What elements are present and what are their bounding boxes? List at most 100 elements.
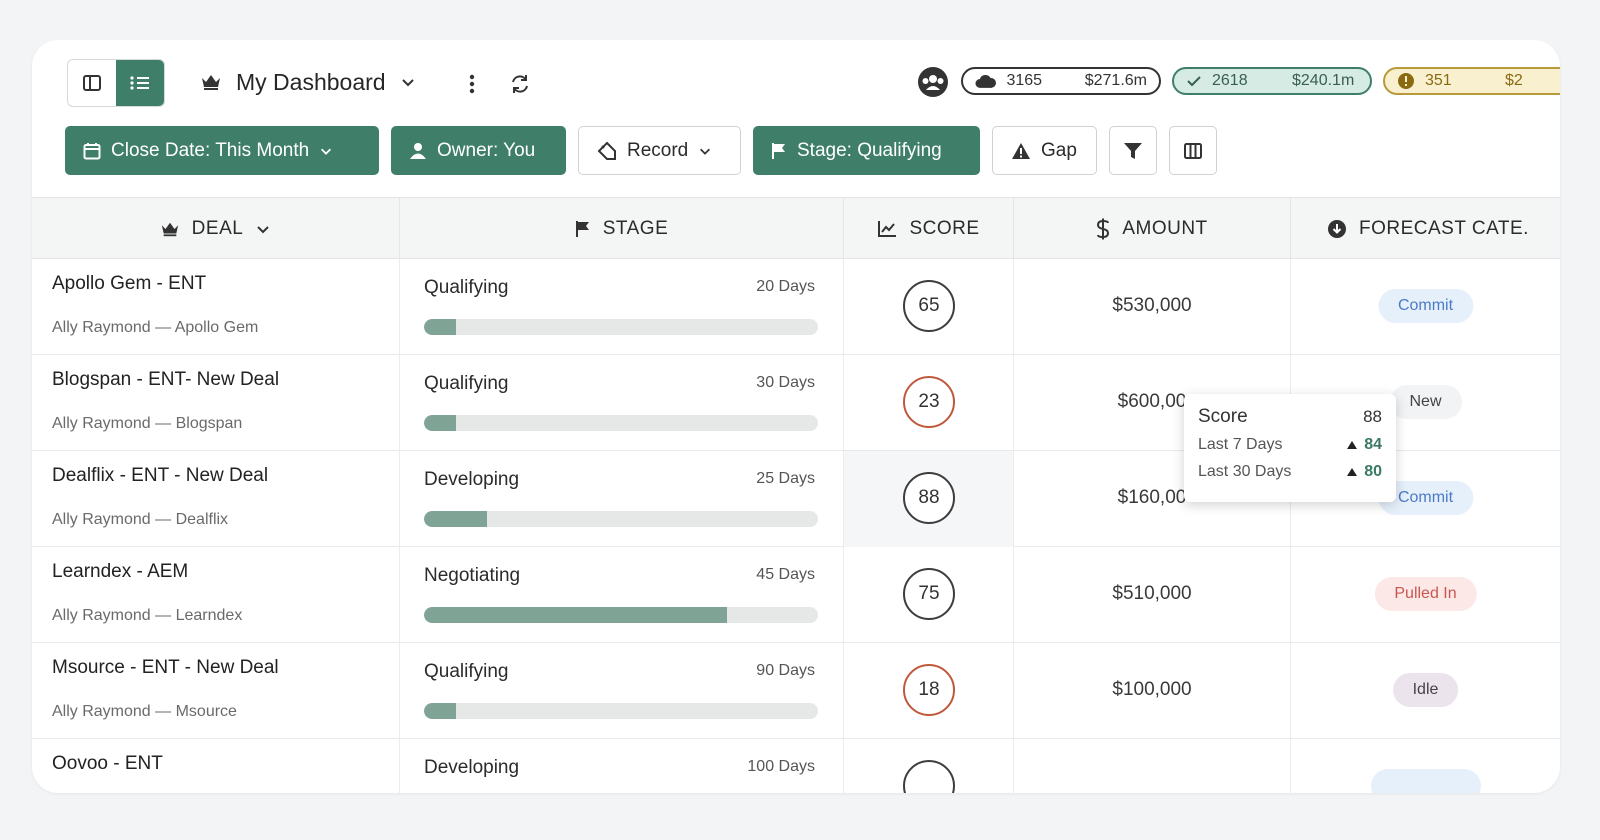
forecast-badge[interactable]: Commit: [1377, 289, 1474, 323]
list-view-button[interactable]: [116, 60, 164, 106]
summary-pill-warning[interactable]: 351 $2: [1383, 67, 1560, 95]
column-header-score[interactable]: SCORE: [844, 198, 1014, 260]
deal-cell[interactable]: Dealflix - ENT - New Deal Ally Raymond —…: [32, 451, 400, 547]
stage-filter[interactable]: Stage: Qualifying: [753, 126, 980, 175]
score-circle[interactable]: 18: [903, 664, 955, 716]
summary-pill-all[interactable]: 3165 $271.6m: [961, 67, 1161, 95]
tooltip-item-label: Last 7 Days: [1198, 436, 1283, 453]
forecast-badge[interactable]: Idle: [1392, 673, 1459, 707]
deal-cell[interactable]: Msource - ENT - New Deal Ally Raymond — …: [32, 643, 400, 739]
table-row[interactable]: Apollo Gem - ENT Ally Raymond — Apollo G…: [32, 259, 1560, 355]
forecast-cell: [1291, 739, 1560, 793]
score-cell: [844, 739, 1014, 793]
check-icon: [1187, 76, 1201, 87]
pill-amount: $240.1m: [1292, 72, 1355, 89]
forecast-badge[interactable]: New: [1389, 385, 1462, 419]
stage-days: 30 Days: [756, 374, 815, 391]
tag-icon: [597, 141, 616, 160]
score-circle[interactable]: [903, 760, 955, 793]
stage-cell: Qualifying 30 Days: [400, 355, 844, 451]
forecast-badge[interactable]: Pulled In: [1374, 577, 1477, 611]
column-header-stage[interactable]: STAGE: [400, 198, 844, 260]
stage-days: 20 Days: [756, 278, 815, 295]
stage-cell: Qualifying 20 Days: [400, 259, 844, 355]
deal-cell[interactable]: Oovoo - ENT: [32, 739, 400, 793]
score-circle[interactable]: 65: [903, 280, 955, 332]
score-circle[interactable]: 23: [903, 376, 955, 428]
filter-button[interactable]: [1109, 126, 1157, 175]
stage-cell: Developing 25 Days: [400, 451, 844, 547]
stage-name: Qualifying: [424, 373, 509, 394]
score-tooltip: Score 88 Last 7 Days 84 Last 30 Days 80: [1184, 394, 1396, 502]
chevron-down-icon: [257, 226, 270, 234]
owner-filter[interactable]: Owner: You: [391, 126, 566, 175]
amount-cell: $510,000: [1014, 547, 1291, 643]
cloud-icon: [975, 74, 996, 88]
table-row[interactable]: Msource - ENT - New Deal Ally Raymond — …: [32, 643, 1560, 739]
stage-progress-bar: [424, 703, 818, 719]
panel-icon: [83, 75, 101, 91]
summary-pill-won[interactable]: 2618 $240.1m: [1172, 67, 1372, 95]
refresh-button[interactable]: [506, 70, 534, 98]
deal-owner-account: Ally Raymond — Dealflix: [52, 511, 229, 528]
deal-name[interactable]: Blogspan - ENT- New Deal: [52, 369, 279, 391]
record-filter[interactable]: Record: [578, 126, 741, 175]
score-cell: 23: [844, 355, 1014, 451]
deal-name[interactable]: Oovoo - ENT: [52, 753, 163, 775]
stage-days: 25 Days: [756, 470, 815, 487]
gap-filter[interactable]: Gap: [992, 126, 1097, 175]
column-header-deal[interactable]: DEAL: [32, 198, 400, 260]
panel-view-button[interactable]: [68, 60, 116, 106]
forecast-badge[interactable]: [1370, 769, 1481, 793]
tooltip-item-value: 80: [1364, 463, 1382, 480]
stage-filter-label: Stage: Qualifying: [797, 139, 942, 161]
list-icon: [130, 76, 149, 90]
column-header-forecast[interactable]: FORECAST CATE.: [1291, 198, 1560, 260]
table-row[interactable]: Learndex - AEM Ally Raymond — Learndex N…: [32, 547, 1560, 643]
table-row[interactable]: Oovoo - ENT Developing 100 Days: [32, 739, 1560, 793]
deal-cell[interactable]: Learndex - AEM Ally Raymond — Learndex: [32, 547, 400, 643]
table-header: DEAL STAGE SCORE AMOUNT FORECAST CATE.: [32, 197, 1560, 260]
flag-icon: [772, 142, 785, 159]
pill-count: 351: [1425, 72, 1452, 89]
score-cell: 65: [844, 259, 1014, 355]
stage-cell: Qualifying 90 Days: [400, 643, 844, 739]
forecast-cell: Commit: [1291, 259, 1560, 355]
columns-button[interactable]: [1169, 126, 1217, 175]
score-circle[interactable]: 75: [903, 568, 955, 620]
close-date-filter[interactable]: Close Date: This Month: [65, 126, 379, 175]
deal-name[interactable]: Learndex - AEM: [52, 561, 188, 583]
arrow-up-icon: [1347, 441, 1358, 449]
dashboard-title: My Dashboard: [236, 68, 386, 95]
more-options-button[interactable]: [458, 70, 486, 98]
arrow-up-icon: [1347, 468, 1358, 476]
calendar-icon: [83, 142, 101, 159]
team-icon: [918, 67, 948, 97]
pill-count: 3165: [1006, 72, 1043, 89]
stage-progress-fill: [424, 511, 488, 527]
chevron-down-icon: [321, 148, 332, 155]
crown-icon: [161, 222, 178, 237]
column-header-amount[interactable]: AMOUNT: [1014, 198, 1291, 260]
team-avatar[interactable]: [917, 66, 949, 103]
dashboard-selector[interactable]: My Dashboard: [200, 64, 416, 100]
deal-cell[interactable]: Apollo Gem - ENT Ally Raymond — Apollo G…: [32, 259, 400, 355]
amount-cell: [1014, 739, 1291, 793]
stage-days: 100 Days: [747, 758, 815, 775]
deal-name[interactable]: Msource - ENT - New Deal: [52, 657, 279, 679]
deal-name[interactable]: Apollo Gem - ENT: [52, 273, 206, 295]
pill-amount: $2: [1505, 72, 1523, 89]
deal-name[interactable]: Dealflix - ENT - New Deal: [52, 465, 268, 487]
owner-label: Owner: You: [437, 139, 536, 161]
score-circle[interactable]: 88: [903, 472, 955, 524]
stage-progress-bar: [424, 607, 818, 623]
pill-amount: $271.6m: [1084, 72, 1147, 89]
deal-cell[interactable]: Blogspan - ENT- New Deal Ally Raymond — …: [32, 355, 400, 451]
stage-progress-bar: [424, 415, 818, 431]
stage-progress-fill: [424, 607, 728, 623]
more-vertical-icon: [469, 74, 475, 94]
close-date-label: Close Date: This Month: [111, 139, 310, 161]
tooltip-value: 88: [1363, 407, 1382, 426]
tooltip-item: Last 7 Days 84: [1198, 436, 1382, 454]
column-label: FORECAST CATE.: [1359, 218, 1529, 239]
